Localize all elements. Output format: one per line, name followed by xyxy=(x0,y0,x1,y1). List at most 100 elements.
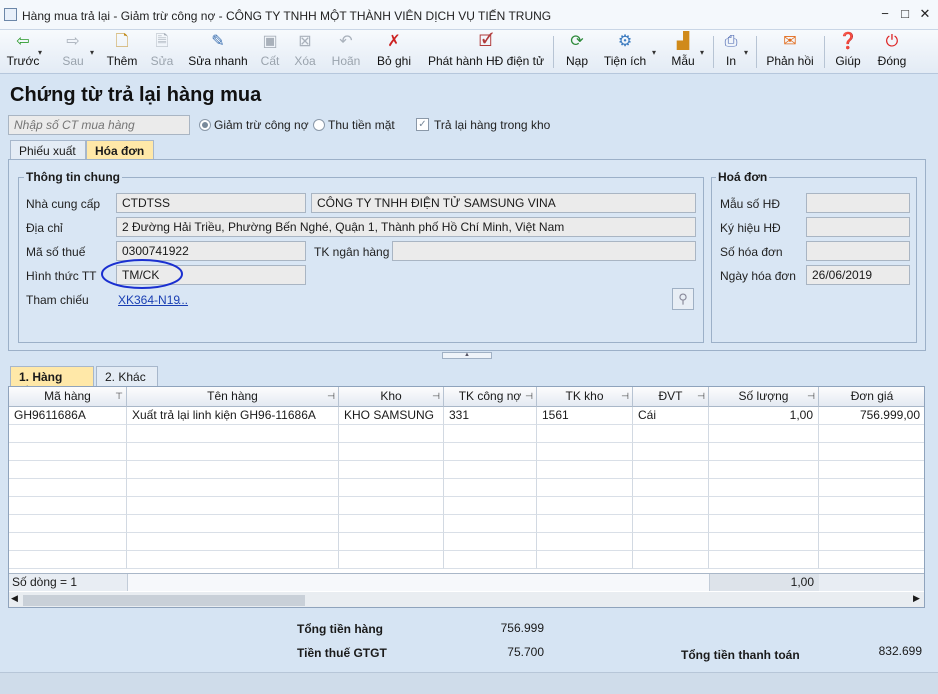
column-header[interactable]: ĐVT ⊣ xyxy=(633,387,709,407)
feedback-button[interactable]: ✉ Phản hồi xyxy=(762,32,818,72)
empty-cell[interactable] xyxy=(633,443,709,461)
empty-cell[interactable] xyxy=(127,533,339,551)
chevron-down-icon[interactable]: ▾ xyxy=(700,48,704,57)
empty-cell[interactable] xyxy=(537,425,633,443)
scrollbar-thumb[interactable] xyxy=(23,595,305,606)
empty-cell[interactable] xyxy=(127,551,339,569)
column-header[interactable]: Tên hàng ⊣ xyxy=(127,387,339,407)
empty-cell[interactable] xyxy=(339,533,444,551)
pin-icon[interactable]: ⊣ xyxy=(697,387,705,406)
reference-more-link[interactable]: ... xyxy=(178,293,188,307)
empty-cell[interactable] xyxy=(709,479,819,497)
purchase-voucher-search-input[interactable] xyxy=(8,115,190,135)
pin-icon[interactable]: ⊣ xyxy=(432,387,440,406)
empty-cell[interactable] xyxy=(633,533,709,551)
edit-button[interactable]: 🗎 Sửa xyxy=(146,32,178,72)
quick-edit-button[interactable]: ✎ Sửa nhanh xyxy=(186,32,250,72)
empty-cell[interactable] xyxy=(9,461,127,479)
chevron-down-icon[interactable]: ▾ xyxy=(652,48,656,57)
empty-cell[interactable] xyxy=(633,515,709,533)
empty-cell[interactable] xyxy=(709,461,819,479)
empty-cell[interactable] xyxy=(339,551,444,569)
empty-cell[interactable] xyxy=(633,425,709,443)
empty-cell[interactable] xyxy=(444,461,537,479)
empty-cell[interactable] xyxy=(127,515,339,533)
empty-cell[interactable] xyxy=(127,461,339,479)
empty-cell[interactable] xyxy=(709,425,819,443)
empty-cell[interactable] xyxy=(819,461,924,479)
empty-cell[interactable] xyxy=(709,497,819,515)
empty-cell[interactable] xyxy=(537,533,633,551)
empty-cell[interactable] xyxy=(709,533,819,551)
column-header[interactable]: Đơn giá xyxy=(819,387,924,407)
maximize-button[interactable]: □ xyxy=(897,6,913,22)
empty-cell[interactable] xyxy=(339,425,444,443)
minimize-button[interactable]: − xyxy=(877,6,893,22)
cell-ten-hang[interactable]: Xuất trả lại linh kiện GH96-11686A xyxy=(127,407,339,425)
empty-cell[interactable] xyxy=(9,479,127,497)
return-in-stock-checkbox[interactable]: ✓ xyxy=(416,118,429,131)
empty-cell[interactable] xyxy=(127,443,339,461)
save-button[interactable]: ▣ Cất xyxy=(256,32,284,72)
empty-cell[interactable] xyxy=(444,551,537,569)
reference-link[interactable]: XK364-N19 xyxy=(118,293,180,307)
supplier-code-field[interactable]: CTDTSS xyxy=(116,193,306,213)
pin-icon[interactable]: ⊤ xyxy=(115,387,123,406)
empty-cell[interactable] xyxy=(537,515,633,533)
empty-cell[interactable] xyxy=(444,533,537,551)
tab-hoa-don[interactable]: Hóa đơn xyxy=(86,140,154,160)
empty-cell[interactable] xyxy=(444,425,537,443)
pin-icon[interactable]: ⊣ xyxy=(525,387,533,406)
empty-cell[interactable] xyxy=(819,479,924,497)
cell-tk-cong-no[interactable]: 331 xyxy=(444,407,537,425)
empty-cell[interactable] xyxy=(444,515,537,533)
invoice-symbol-field[interactable] xyxy=(806,217,910,237)
column-header[interactable]: TK kho ⊣ xyxy=(537,387,633,407)
empty-cell[interactable] xyxy=(444,497,537,515)
empty-cell[interactable] xyxy=(339,515,444,533)
empty-cell[interactable] xyxy=(633,479,709,497)
empty-cell[interactable] xyxy=(444,443,537,461)
cell-dvt[interactable]: Cái xyxy=(633,407,709,425)
invoice-form-field[interactable] xyxy=(806,193,910,213)
chevron-down-icon[interactable]: ▾ xyxy=(90,48,94,57)
empty-cell[interactable] xyxy=(633,461,709,479)
empty-cell[interactable] xyxy=(537,497,633,515)
scroll-left-icon[interactable]: ◀ xyxy=(11,593,18,604)
cell-ma-hang[interactable]: GH9611686A xyxy=(9,407,127,425)
column-header[interactable]: Mã hàng ⊤ xyxy=(9,387,127,407)
empty-cell[interactable] xyxy=(9,425,127,443)
address-field[interactable]: 2 Đường Hải Triều, Phường Bến Nghé, Quận… xyxy=(116,217,696,237)
empty-cell[interactable] xyxy=(339,497,444,515)
close-window-button[interactable]: ✕ xyxy=(917,6,933,22)
tab-hang-tien[interactable]: 1. Hàng tiền xyxy=(10,366,94,398)
chevron-down-icon[interactable]: ▾ xyxy=(744,48,748,57)
empty-cell[interactable] xyxy=(444,479,537,497)
cell-so-luong[interactable]: 1,00 xyxy=(709,407,819,425)
chevron-down-icon[interactable]: ▾ xyxy=(38,48,42,57)
reload-button[interactable]: ⟳ Nạp xyxy=(560,32,594,72)
empty-cell[interactable] xyxy=(127,497,339,515)
empty-cell[interactable] xyxy=(9,515,127,533)
invoice-number-field[interactable] xyxy=(806,241,910,261)
close-button[interactable]: ⏻ Đóng xyxy=(872,32,912,72)
supplier-name-field[interactable]: CÔNG TY TNHH ĐIỆN TỬ SAMSUNG VINA xyxy=(311,193,696,213)
column-header[interactable]: Kho ⊣ xyxy=(339,387,444,407)
empty-cell[interactable] xyxy=(127,425,339,443)
radio-thu-tien-mat[interactable] xyxy=(313,119,325,131)
bank-account-field[interactable] xyxy=(392,241,696,261)
empty-cell[interactable] xyxy=(819,497,924,515)
radio-giam-tru-cong-no[interactable] xyxy=(199,119,211,131)
empty-cell[interactable] xyxy=(9,551,127,569)
invoice-date-field[interactable]: 26/06/2019 xyxy=(806,265,910,285)
pin-icon[interactable]: ⊣ xyxy=(327,387,335,406)
empty-cell[interactable] xyxy=(9,443,127,461)
empty-cell[interactable] xyxy=(339,443,444,461)
help-button[interactable]: ❓ Giúp xyxy=(830,32,866,72)
unpost-button[interactable]: ✗ Bỏ ghi xyxy=(372,32,416,72)
column-header[interactable]: TK công nợ ⊣ xyxy=(444,387,537,407)
empty-cell[interactable] xyxy=(9,533,127,551)
collapse-splitter[interactable]: ▲ xyxy=(442,352,492,359)
cancel-button[interactable]: ↶ Hoãn xyxy=(328,32,364,72)
prev-button[interactable]: ⇦ Trước xyxy=(4,32,42,72)
